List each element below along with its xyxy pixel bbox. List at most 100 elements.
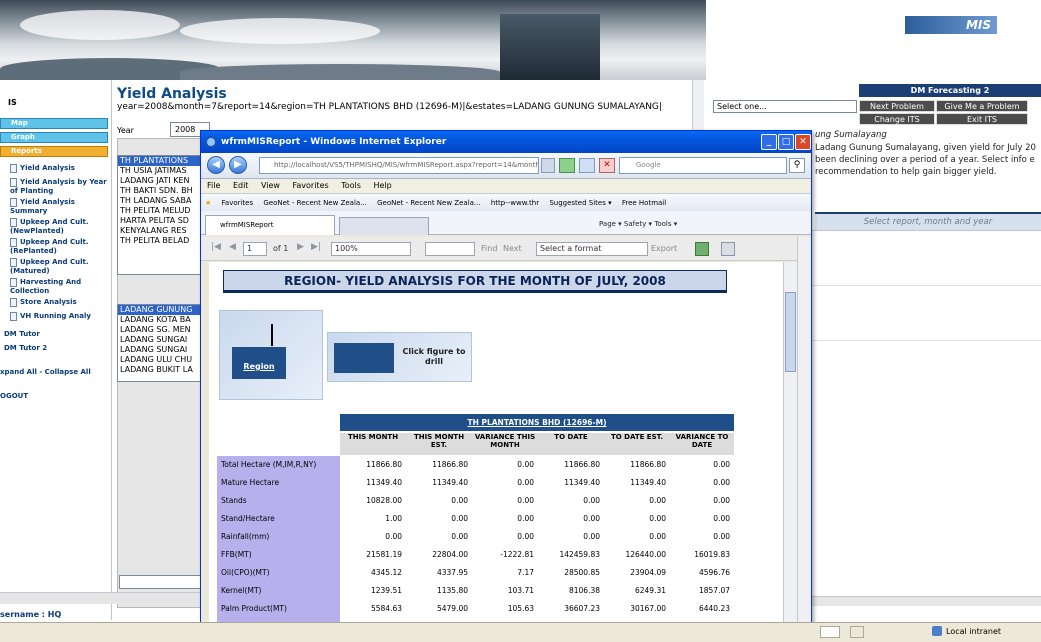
list-item[interactable]: TH BAKTI SDN. BH [118,186,204,196]
problem-select[interactable]: Select one... [713,100,857,113]
sidebar-hscroll[interactable] [0,592,112,604]
col-variance-this-month: VARIANCE THIS MONTH [472,433,538,455]
status-pane [820,626,840,638]
sidebar-item-yield-by-year[interactable]: Yield Analysis by Year of Planting [10,178,110,195]
next-problem-button[interactable]: Next Problem [859,100,935,112]
scroll-thumb[interactable] [785,292,796,372]
list-item[interactable]: TH USIA JATIMAS [118,166,204,176]
sidebar-item-harvesting[interactable]: Harvesting And Collection [10,278,110,295]
maximize-icon[interactable]: □ [778,134,794,150]
list-item[interactable]: LADANG KOTA BA [118,315,204,325]
sidebar-item-upkeep-replanted[interactable]: Upkeep And Cult. (RePlanted) [10,238,110,255]
forward-icon[interactable]: ▶ [229,156,247,174]
page-number-input[interactable]: 1 [243,242,267,256]
tab-wfrmmisreport[interactable]: wfrmMISReport [205,215,335,235]
menu-edit[interactable]: Edit [233,181,249,190]
new-tab[interactable] [339,217,429,235]
sidebar-item-store-analysis[interactable]: Store Analysis [10,298,110,307]
list-item[interactable]: TH PELITA MELUD [118,206,204,216]
list-item[interactable]: TH PLANTATIONS [118,156,204,166]
sidebar-item-yield-summary[interactable]: Yield Analysis Summary [10,198,110,215]
export-link[interactable]: Export [651,244,677,253]
next-link[interactable]: Next [503,244,522,253]
go-icon[interactable] [559,158,575,173]
list-input[interactable] [119,575,205,589]
right-hscroll[interactable] [812,596,1041,606]
table-row: Mature Hectare 11349.40 11349.40 0.00 11349.… [217,474,741,492]
next-page-icon[interactable]: ▶ [297,242,304,252]
list-item[interactable]: LADANG SUNGAI [118,335,204,345]
expand-collapse-all[interactable]: xpand All - Collapse All [0,368,91,376]
list-item[interactable]: LADANG SG. MEN [118,325,204,335]
sidebar-item-vh-running[interactable]: VH Running Analy [10,312,110,321]
address-dropdown-icon[interactable] [541,158,555,173]
sidebar-item-upkeep-new[interactable]: Upkeep And Cult. (NewPlanted) [10,218,110,235]
list-item[interactable]: LADANG SUNGAI [118,345,204,355]
command-bar[interactable]: Page ▾ Safety ▾ Tools ▾ [599,217,799,231]
search-icon[interactable]: ⚲ [789,158,805,173]
sidebar-dm-tutor[interactable]: DM Tutor [4,330,40,338]
logout-link[interactable]: OGOUT [0,392,28,400]
change-its-button[interactable]: Change ITS [859,113,935,125]
sidebar-item-upkeep-matured[interactable]: Upkeep And Cult. (Matured) [10,258,110,275]
list-item[interactable]: TH LADANG SABA [118,196,204,206]
close-icon[interactable]: ✕ [795,134,811,150]
find-input[interactable] [425,242,475,256]
report-body: REGION- YIELD ANALYSIS FOR THE MONTH OF … [209,262,783,641]
list-item[interactable]: LADANG JATI KEN [118,176,204,186]
year-label: Year [117,126,134,135]
list-item[interactable]: LADANG GUNUNG [118,305,204,315]
list-item[interactable]: TH PELITA BELAD [118,236,204,246]
print-icon[interactable] [721,242,735,256]
list-item[interactable]: LADANG ULU CHU [118,355,204,365]
sidebar-graph[interactable]: Graph [0,132,108,143]
sidebar-item-yield-analysis[interactable]: Yield Analysis [10,164,110,173]
exit-its-button[interactable]: Exit ITS [936,113,1028,125]
sidebar-dm-tutor-2[interactable]: DM Tutor 2 [4,344,47,352]
sidebar-reports[interactable]: Reports [0,146,108,157]
fav-link-geonet-2[interactable]: GeoNet - Recent New Zeala... [377,199,481,207]
give-problem-button[interactable]: Give Me a Problem [936,100,1028,112]
username-label: sername : HQ [0,610,62,619]
menu-tools[interactable]: Tools [341,181,361,190]
fav-link-geonet-1[interactable]: GeoNet - Recent New Zeala... [263,199,367,207]
fav-link-hotmail[interactable]: Free Hotmail [622,199,666,207]
menu-view[interactable]: View [261,181,280,190]
fav-link-thr[interactable]: http--www.thr [491,199,539,207]
list-item[interactable]: HARTA PELITA SD [118,216,204,226]
last-page-icon[interactable]: ▶| [311,242,321,252]
company-header-link[interactable]: TH PLANTATIONS BHD (12696-M) [340,414,734,431]
header-banner [0,0,706,80]
menu-file[interactable]: File [207,181,220,190]
search-input[interactable]: Google [619,157,787,174]
back-icon[interactable]: ◀ [207,156,225,174]
fav-link-suggested[interactable]: Suggested Sites ▾ [549,199,611,207]
refresh-report-icon[interactable] [695,242,709,256]
find-link[interactable]: Find [481,244,497,253]
menu-help[interactable]: Help [373,181,391,190]
list-item[interactable]: LADANG BUKIT LA [118,365,204,375]
arrow-icon [271,324,273,346]
region-link[interactable]: Region [232,347,286,379]
address-bar[interactable]: http://localhost/VS5/THPMISHQ/MIS/wfrmMI… [259,157,539,174]
prev-page-icon[interactable]: ◀ [229,242,236,252]
window-vscroll[interactable] [797,237,811,641]
minimize-icon[interactable]: _ [761,134,777,150]
table-cell: 0.00 [713,460,730,469]
sidebar-map[interactable]: Map [0,118,108,129]
stop-icon[interactable]: ✕ [599,158,615,173]
estate-list[interactable]: LADANG GUNUNG LADANG KOTA BA LADANG SG. … [117,304,205,382]
list-item[interactable]: KENYALANG RES [118,226,204,236]
format-select[interactable]: Select a format [536,242,648,256]
table-row: Stand/Hectare 1.00 0.00 0.00 0.00 0.00 0.00 [217,510,741,528]
menu-favorites[interactable]: Favorites [293,181,329,190]
first-page-icon[interactable]: |◀ [211,242,221,252]
document-icon [10,218,17,227]
region-list[interactable]: TH PLANTATIONS TH USIA JATIMAS LADANG JA… [117,155,205,275]
favorites-button[interactable]: Favorites [222,199,254,207]
refresh-icon[interactable] [579,158,595,173]
zoom-select[interactable]: 100% [331,242,411,256]
table-cell: 0.00 [583,496,600,505]
main-hscroll[interactable] [112,592,202,604]
report-vscroll[interactable] [783,262,797,641]
